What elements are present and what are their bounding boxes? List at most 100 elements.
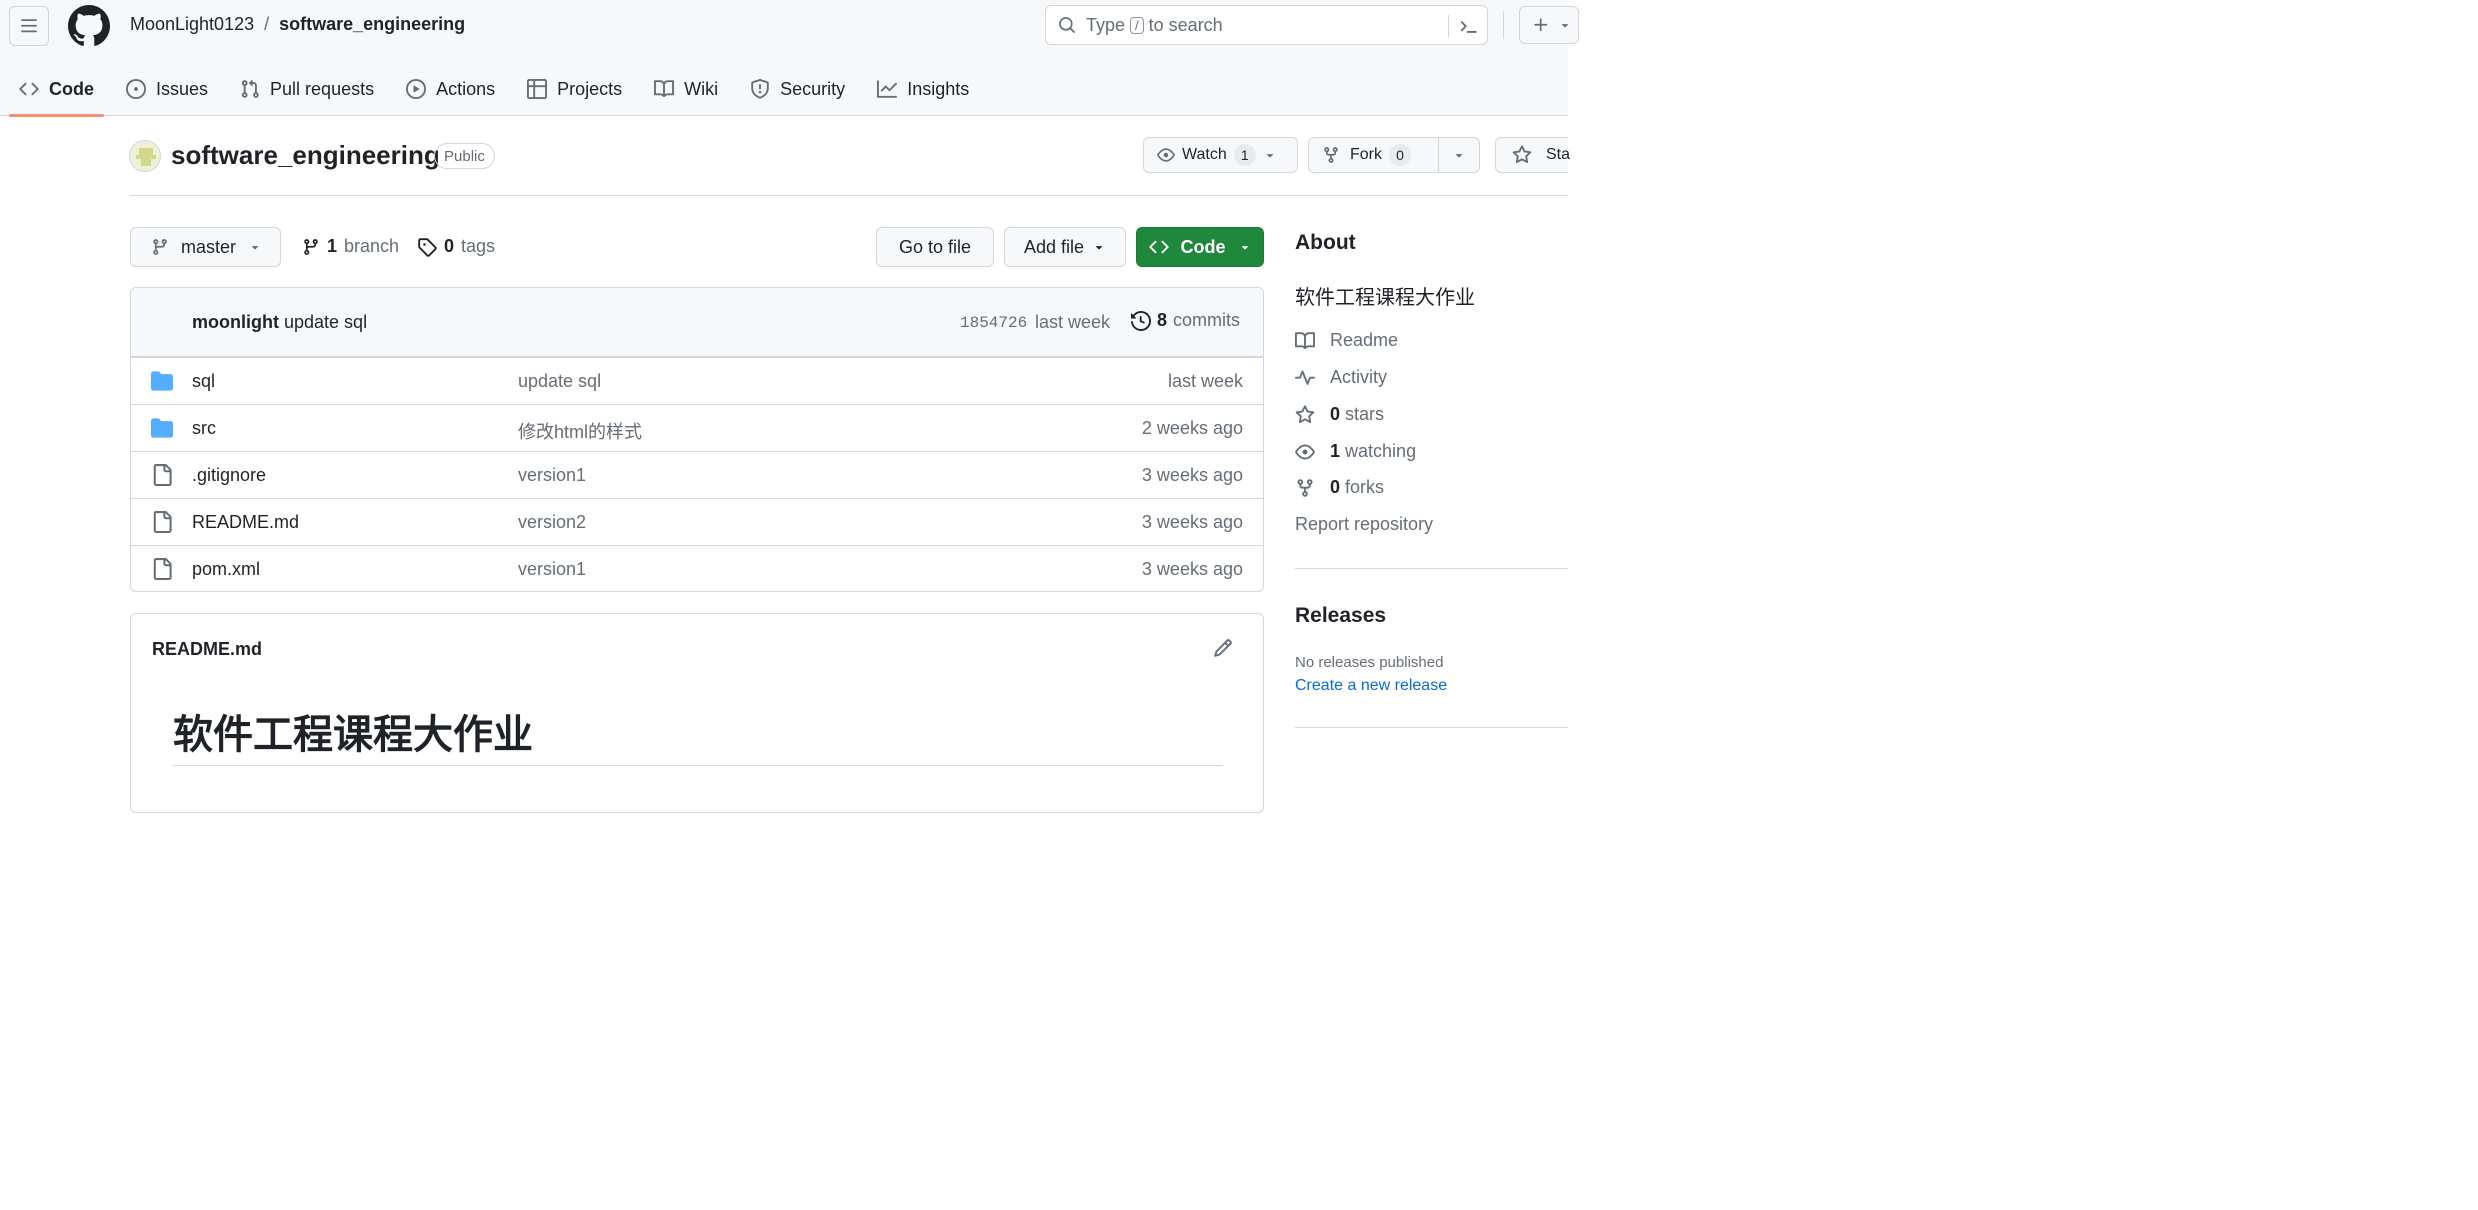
readme-panel: README.md 软件工程课程大作业 [130, 613, 1264, 813]
watching-count: 1 [1330, 441, 1341, 461]
triangle-down-icon [1095, 246, 1103, 250]
file-commit-message[interactable]: 修改html的样式 [518, 418, 642, 444]
star-button-group: Sta [1495, 137, 1570, 173]
tab-security[interactable]: Security [740, 62, 855, 116]
sidebar-stars-link[interactable]: 0 stars [1295, 404, 1384, 425]
breadcrumb: MoonLight0123 / software_engineering [130, 14, 465, 35]
file-row[interactable]: README.md version2 3 weeks ago [131, 498, 1263, 545]
commit-author[interactable]: moonlight [192, 312, 279, 332]
tab-projects-label: Projects [557, 78, 623, 99]
sidebar-stars-text: 0 stars [1330, 404, 1384, 425]
fork-count: 0 [1389, 144, 1411, 166]
forks-count: 0 [1330, 477, 1341, 497]
file-name[interactable]: README.md [192, 512, 299, 533]
tab-insights[interactable]: Insights [867, 62, 979, 116]
tab-code[interactable]: Code [9, 62, 104, 117]
tab-code-label: Code [49, 78, 94, 99]
issue-icon [126, 79, 146, 99]
watch-label: Watch [1182, 146, 1227, 163]
search-input[interactable]: Type / to search [1045, 5, 1488, 45]
branch-selector-button[interactable]: master [130, 227, 281, 267]
create-new-button[interactable] [1519, 6, 1579, 44]
branches-link[interactable]: 1 branch [302, 236, 399, 257]
file-row[interactable]: pom.xml version1 3 weeks ago [131, 545, 1263, 591]
repo-title[interactable]: software_engineering [171, 140, 440, 171]
search-icon [1059, 17, 1075, 33]
file-name[interactable]: sql [192, 371, 215, 392]
report-repository-link[interactable]: Report repository [1295, 514, 1433, 535]
stars-count: 0 [1330, 404, 1341, 424]
code-button-label: Code [1180, 236, 1226, 257]
sidebar-forks-text: 0 forks [1330, 477, 1384, 498]
command-palette-icon[interactable] [1458, 16, 1478, 36]
latest-commit-message[interactable]: moonlight update sql [192, 312, 367, 333]
tab-pull-requests-label: Pull requests [270, 78, 375, 99]
search-placeholder: Type / to search [1086, 15, 1223, 36]
tab-projects[interactable]: Projects [517, 62, 632, 116]
file-name[interactable]: src [192, 418, 216, 439]
add-file-button[interactable]: Add file [1004, 227, 1126, 267]
fork-button[interactable]: Fork 0 [1309, 138, 1438, 172]
search-shortcut-key: / [1130, 16, 1144, 34]
sidebar-readme-label: Readme [1330, 330, 1399, 350]
header-divider [1503, 11, 1504, 39]
file-browser: moonlight update sql 1854726 last week 8… [130, 287, 1264, 592]
releases-title[interactable]: Releases [1295, 604, 1386, 628]
fork-icon [1297, 478, 1313, 497]
shield-icon [751, 79, 769, 99]
tags-link[interactable]: 0 tags [417, 236, 495, 257]
breadcrumb-repo-link[interactable]: software_engineering [279, 14, 465, 35]
tab-issues[interactable]: Issues [116, 62, 218, 116]
file-row[interactable]: .gitignore version1 3 weeks ago [131, 451, 1263, 498]
star-label: Sta [1546, 146, 1571, 163]
add-file-label: Add file [1023, 236, 1085, 257]
owner-avatar[interactable] [129, 140, 161, 172]
sidebar-divider [1295, 727, 1568, 728]
github-logo-icon[interactable] [68, 5, 110, 47]
sidebar-activity-link[interactable]: Activity [1295, 367, 1387, 388]
tab-actions[interactable]: Actions [396, 62, 505, 116]
forks-label: forks [1345, 477, 1385, 497]
file-row[interactable]: src 修改html的样式 2 weeks ago [131, 404, 1263, 451]
triangle-down-icon [1455, 154, 1463, 158]
go-to-file-button[interactable]: Go to file [876, 227, 994, 267]
breadcrumb-owner-link[interactable]: MoonLight0123 [130, 14, 254, 35]
triangle-down-icon [1266, 154, 1273, 158]
sidebar-watching-link[interactable]: 1 watching [1295, 441, 1416, 462]
file-commit-message[interactable]: version2 [518, 512, 586, 533]
file-commit-message[interactable]: version1 [518, 559, 586, 580]
search-placeholder-suffix: to search [1148, 14, 1223, 35]
tab-wiki[interactable]: Wiki [644, 62, 728, 116]
sidebar-forks-link[interactable]: 0 forks [1295, 477, 1384, 498]
pencil-icon[interactable] [1213, 638, 1233, 658]
create-release-link[interactable]: Create a new release [1295, 677, 1447, 695]
star-button[interactable]: Sta [1496, 138, 1583, 172]
watch-button[interactable]: Watch 1 [1144, 138, 1285, 172]
pull-request-icon [241, 79, 259, 98]
tab-pull-requests[interactable]: Pull requests [230, 62, 384, 116]
star-icon [1295, 404, 1315, 423]
readme-filename[interactable]: README.md [152, 639, 262, 660]
book-icon [1295, 331, 1315, 349]
file-commit-message[interactable]: version1 [518, 465, 586, 486]
file-age: 3 weeks ago [1141, 559, 1243, 579]
file-commit-message[interactable]: update sql [518, 371, 601, 392]
commit-sha[interactable]: 1854726 [960, 314, 1027, 332]
branch-count: 1 [327, 236, 338, 256]
file-row[interactable]: sql update sql last week [131, 357, 1263, 404]
file-name[interactable]: pom.xml [192, 559, 260, 580]
menu-button[interactable] [9, 6, 49, 46]
star-icon [1512, 145, 1532, 164]
table-icon [527, 79, 548, 99]
commit-message[interactable]: update sql [284, 312, 367, 332]
commit-history-link[interactable]: 8 commits [1131, 310, 1240, 331]
breadcrumb-separator: / [264, 14, 270, 34]
fork-dropdown-button[interactable] [1438, 138, 1479, 172]
folder-icon [151, 371, 173, 391]
git-branch-icon [304, 238, 318, 255]
code-dropdown-button[interactable]: Code [1136, 227, 1264, 267]
code-icon [19, 82, 39, 96]
sidebar-readme-link[interactable]: Readme [1295, 330, 1398, 351]
file-name[interactable]: .gitignore [192, 465, 266, 486]
stars-label: stars [1345, 404, 1385, 424]
